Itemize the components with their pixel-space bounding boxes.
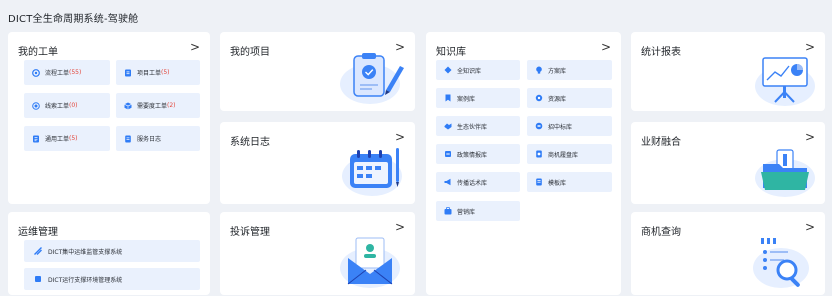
handshake-icon [444, 122, 452, 130]
tile-lead-orders[interactable]: 线索工单 (0) [24, 93, 110, 118]
tile-label: 招中标库 [548, 123, 573, 131]
tile-bids[interactable]: 招中标库 [527, 116, 612, 136]
tile-label: 全知识库 [457, 67, 482, 75]
clipboard-pen-illustration [338, 46, 408, 110]
bookmark-icon [444, 94, 452, 102]
tile-label: 流程工单 [45, 70, 70, 77]
folder-illustration [751, 140, 817, 204]
tile-label: 通用工单 [45, 136, 70, 143]
card-title: 知识库 [436, 47, 466, 58]
tile-label: 项目工单 [137, 70, 162, 77]
tile-resources[interactable]: 资源库 [527, 88, 612, 108]
tile-label: 生态伙伴库 [457, 123, 488, 131]
layers-icon [444, 66, 452, 74]
tile-demand-orders[interactable]: 需要度工单 (2) [116, 93, 200, 118]
chevron-right-icon[interactable]: > [190, 40, 200, 54]
tile-policy[interactable]: 政策情报库 [436, 144, 520, 164]
card-title: 我的项目 [230, 47, 270, 58]
megaphone-icon [444, 178, 452, 186]
card-stats: 统计报表 > [631, 32, 825, 111]
bulb-icon [535, 66, 543, 74]
tile-label: 服务日志 [137, 136, 162, 143]
tile-project-orders[interactable]: 项目工单 (5) [116, 60, 200, 85]
tile-marketing[interactable]: 营销库 [436, 201, 520, 221]
tile-count: (55) [69, 69, 82, 76]
environment-icon [34, 275, 42, 283]
settings-icon [535, 94, 543, 102]
tile-label: 营销库 [457, 208, 476, 216]
tile-count: (2) [167, 102, 176, 109]
tile-count: (0) [69, 102, 78, 109]
card-work-orders: 我的工单 > 流程工单 (55) 项目工单 (5) 线索工单 (0) 需要度工单 (2)… [8, 32, 210, 204]
card-opportunity-query: 商机查询 > [631, 212, 825, 295]
tile-scripts[interactable]: 传播话术库 [436, 172, 520, 192]
doc-icon [32, 135, 40, 143]
card-title: 系统日志 [230, 137, 270, 148]
presentation-board-illustration [751, 46, 817, 112]
template-icon [535, 178, 543, 186]
tile-cases[interactable]: 案例库 [436, 88, 520, 108]
card-title: 我的工单 [18, 47, 58, 58]
tile-count: (5) [69, 135, 78, 142]
tile-label: 传播话术库 [457, 179, 488, 187]
monitor-icon [34, 247, 42, 255]
mail-illustration [336, 228, 406, 294]
card-title: 业财融合 [641, 137, 681, 148]
page-title: DICT全生命周期系统-驾驶舱 [8, 14, 139, 25]
card-ops: 运维管理 DICT集中运维监管支撑系统 DICT运行支撑环境管理系统 [8, 212, 210, 295]
chevron-right-icon[interactable]: > [601, 40, 611, 54]
tile-solutions[interactable]: 方案库 [527, 60, 612, 80]
policy-icon [444, 150, 452, 158]
tile-label: 模板库 [548, 179, 567, 187]
tile-count: (5) [161, 69, 170, 76]
tile-service-log[interactable]: 服务日志 [116, 126, 200, 151]
tile-templates[interactable]: 模板库 [527, 172, 612, 192]
calendar-illustration [338, 140, 408, 204]
tile-label: 商机履盘库 [548, 151, 579, 159]
log-icon [124, 135, 132, 143]
tile-opportunity-review[interactable]: 商机履盘库 [527, 144, 612, 164]
card-title: 统计报表 [641, 47, 681, 58]
tile-label: 方案库 [548, 67, 567, 75]
tile-partners[interactable]: 生态伙伴库 [436, 116, 520, 136]
card-finance: 业财融合 > [631, 122, 825, 204]
opportunity-icon [535, 150, 543, 158]
flow-icon [32, 68, 40, 77]
card-title: 运维管理 [18, 227, 58, 238]
card-my-projects: 我的项目 > [220, 32, 415, 111]
tile-general-orders[interactable]: 通用工单 (5) [24, 126, 110, 151]
project-doc-icon [124, 69, 132, 77]
marketing-icon [444, 207, 452, 215]
card-title: 商机查询 [641, 227, 681, 238]
tile-flow-orders[interactable]: 流程工单 (55) [24, 60, 110, 85]
bid-icon [535, 122, 543, 130]
tile-all-knowledge[interactable]: 全知识库 [436, 60, 520, 80]
tile-label: 资源库 [548, 95, 567, 103]
ops-system-monitor[interactable]: DICT集中运维监管支撑系统 [24, 240, 200, 262]
card-system-log: 系统日志 > [220, 122, 415, 204]
card-complaints: 投诉管理 > [220, 212, 415, 295]
tile-label: 案例库 [457, 95, 476, 103]
card-title: 投诉管理 [230, 227, 270, 238]
ops-system-label: DICT集中运维监管支撑系统 [48, 248, 123, 256]
cube-icon [124, 102, 132, 110]
tile-label: 政策情报库 [457, 151, 488, 159]
target-icon [32, 101, 40, 110]
ops-system-label: DICT运行支撑环境管理系统 [48, 276, 123, 284]
search-list-illustration [751, 228, 817, 294]
tile-label: 线索工单 [45, 103, 70, 110]
card-knowledge: 知识库 > 全知识库 方案库 案例库 资源库 生态伙伴库 招中标库 政策情报库 … [426, 32, 621, 295]
ops-system-environment[interactable]: DICT运行支撑环境管理系统 [24, 268, 200, 290]
tile-label: 需要度工单 [137, 103, 168, 110]
